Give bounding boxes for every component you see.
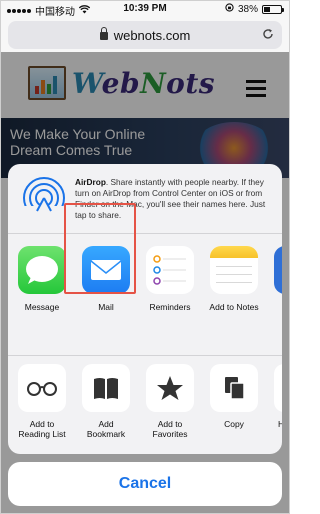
share-app-label: Add to Notes (209, 302, 259, 312)
book-icon (82, 364, 130, 412)
action-label-line1: Add to (157, 419, 183, 429)
share-app-label: Mail (98, 302, 114, 312)
share-app-label: Reminders (149, 302, 191, 312)
action-label-line1: Copy (224, 419, 244, 429)
address-bar[interactable]: webnots.com (8, 21, 282, 49)
reload-icon[interactable] (262, 27, 274, 43)
lock-icon (99, 27, 108, 40)
airdrop-icon (22, 176, 66, 220)
airdrop-section[interactable]: AirDrop. Share instantly with people nea… (8, 164, 282, 234)
share-apps-row: Message Mail Reminders Add to Notes (8, 234, 282, 356)
action-label-line2: Reading List (18, 429, 66, 439)
action-add-to-home[interactable]: Ho (268, 364, 282, 429)
action-label-line1: Add to (29, 419, 55, 429)
action-label-line2: Bookmark (86, 429, 126, 439)
airdrop-title: AirDrop (75, 177, 106, 187)
battery-icon (262, 4, 284, 14)
action-add-to-favorites[interactable]: Add to Favorites (140, 364, 200, 439)
partial-app-icon (274, 246, 282, 294)
share-app-label: Message (24, 302, 60, 312)
orientation-lock-icon (225, 3, 234, 15)
share-app-partial[interactable] (268, 246, 282, 302)
battery-percent: 38% (237, 3, 258, 15)
action-label-line2: Favorites (152, 429, 188, 439)
notes-icon (210, 246, 258, 294)
browser-toolbar: webnots.com (0, 18, 290, 52)
messages-icon (18, 246, 66, 294)
status-bar: 中国移动 10:39 PM 38% (0, 0, 290, 18)
share-app-notes[interactable]: Add to Notes (204, 246, 264, 312)
cancel-button[interactable]: Cancel (8, 462, 282, 506)
add-to-home-icon (274, 364, 282, 412)
highlight-box (64, 203, 136, 294)
share-actions-row: Add to Reading List Add Bookmark Add to … (8, 356, 282, 454)
action-add-to-reading-list[interactable]: Add to Reading List (12, 364, 72, 439)
status-right: 38% (225, 3, 284, 15)
copy-icon (210, 364, 258, 412)
action-label-line1: Ho (278, 419, 282, 429)
action-label-line1: Add (98, 419, 114, 429)
reminders-icon (146, 246, 194, 294)
share-app-reminders[interactable]: Reminders (140, 246, 200, 312)
url-text: webnots.com (113, 27, 191, 43)
glasses-icon (18, 364, 66, 412)
share-sheet: AirDrop. Share instantly with people nea… (8, 164, 282, 454)
action-copy[interactable]: Copy (204, 364, 264, 429)
action-add-bookmark[interactable]: Add Bookmark (76, 364, 136, 439)
battery-fill (264, 6, 270, 12)
star-icon (146, 364, 194, 412)
share-app-message[interactable]: Message (12, 246, 72, 312)
